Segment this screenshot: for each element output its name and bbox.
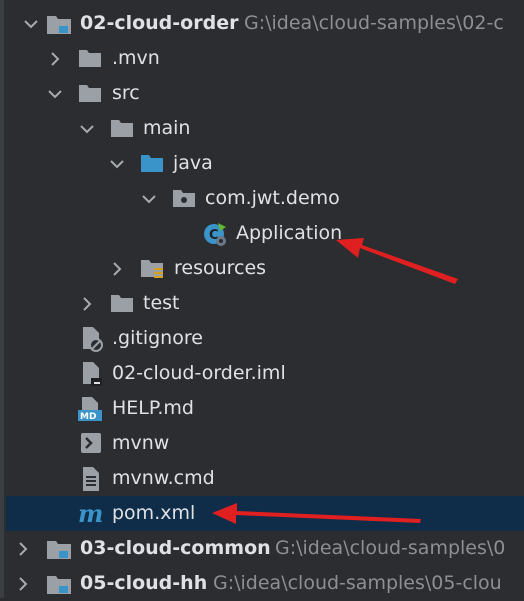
shell-script-icon <box>80 432 102 454</box>
chevron-right-icon[interactable] <box>46 50 64 68</box>
text-file-icon <box>80 466 104 492</box>
file-label: 02-cloud-order.iml <box>112 362 286 384</box>
tree-row-module-02-cloud-order[interactable]: 02-cloud-order G:\idea\cloud-samples\02-… <box>0 6 524 41</box>
folder-icon <box>110 118 134 138</box>
tree-row-resources[interactable]: resources <box>0 251 524 286</box>
folder-icon <box>110 293 134 313</box>
module-path: G:\idea\cloud-samples\0 <box>275 537 506 559</box>
spring-class-icon: C <box>202 221 228 247</box>
tree-row-mvn[interactable]: .mvn <box>0 41 524 76</box>
markdown-file-icon: MD <box>77 396 105 422</box>
chevron-down-icon[interactable] <box>140 190 158 208</box>
tree-row-iml[interactable]: 02-cloud-order.iml <box>0 356 524 391</box>
project-tree: 02-cloud-order G:\idea\cloud-samples\02-… <box>0 0 524 598</box>
folder-label: main <box>143 117 191 139</box>
file-label: mvnw <box>112 432 170 454</box>
package-icon <box>172 188 196 208</box>
folder-label: resources <box>174 257 267 279</box>
svg-text:MD: MD <box>80 412 96 422</box>
resources-folder-icon <box>140 258 166 280</box>
tree-row-module-03-cloud-common[interactable]: 03-cloud-common G:\idea\cloud-samples\0 <box>0 531 524 566</box>
folder-icon <box>78 83 102 103</box>
ignore-file-icon <box>80 326 104 352</box>
source-folder-icon <box>140 153 164 173</box>
chevron-down-icon[interactable] <box>22 15 40 33</box>
chevron-down-icon[interactable] <box>108 155 126 173</box>
svg-text:m: m <box>78 501 103 527</box>
tree-row-java[interactable]: java <box>0 146 524 181</box>
scrollbar-left-edge[interactable] <box>0 0 4 598</box>
tree-row-test[interactable]: test <box>0 286 524 321</box>
tree-row-pom-xml[interactable]: m pom.xml <box>6 496 524 531</box>
folder-icon <box>78 48 102 68</box>
iml-file-icon <box>80 361 104 387</box>
chevron-right-icon[interactable] <box>78 295 96 313</box>
folder-label: src <box>112 82 140 104</box>
chevron-right-icon[interactable] <box>14 540 32 558</box>
folder-label: java <box>173 152 213 174</box>
tree-row-gitignore[interactable]: .gitignore <box>0 321 524 356</box>
file-label: .gitignore <box>112 327 203 349</box>
file-label: mvnw.cmd <box>112 467 215 489</box>
folder-label: test <box>143 292 180 314</box>
class-label: Application <box>236 222 343 244</box>
maven-icon: m <box>78 501 104 527</box>
chevron-right-icon[interactable] <box>108 260 126 278</box>
file-label: HELP.md <box>112 397 194 419</box>
file-label: pom.xml <box>112 502 196 524</box>
tree-row-module-05-cloud-hh[interactable]: 05-cloud-hh G:\idea\cloud-samples\05-clo… <box>0 566 524 601</box>
tree-row-mvnw-cmd[interactable]: mvnw.cmd <box>0 461 524 496</box>
tree-row-help-md[interactable]: MD HELP.md <box>0 391 524 426</box>
module-name: 03-cloud-common <box>80 537 271 559</box>
tree-row-mvnw[interactable]: mvnw <box>0 426 524 461</box>
module-name: 02-cloud-order <box>80 12 239 34</box>
module-folder-icon <box>46 538 72 560</box>
tree-row-main[interactable]: main <box>0 111 524 146</box>
package-label: com.jwt.demo <box>205 187 340 209</box>
tree-row-src[interactable]: src <box>0 76 524 111</box>
module-name: 05-cloud-hh <box>80 572 208 594</box>
chevron-right-icon[interactable] <box>14 575 32 593</box>
chevron-down-icon[interactable] <box>46 85 64 103</box>
module-folder-icon <box>46 573 72 595</box>
folder-label: .mvn <box>112 47 160 69</box>
tree-row-package[interactable]: com.jwt.demo <box>0 181 524 216</box>
module-folder-icon <box>46 13 72 35</box>
module-path: G:\idea\cloud-samples\05-clou <box>213 572 502 594</box>
chevron-down-icon[interactable] <box>78 120 96 138</box>
module-path: G:\idea\cloud-samples\02-c <box>244 12 504 34</box>
tree-row-application[interactable]: C Application <box>0 216 524 251</box>
